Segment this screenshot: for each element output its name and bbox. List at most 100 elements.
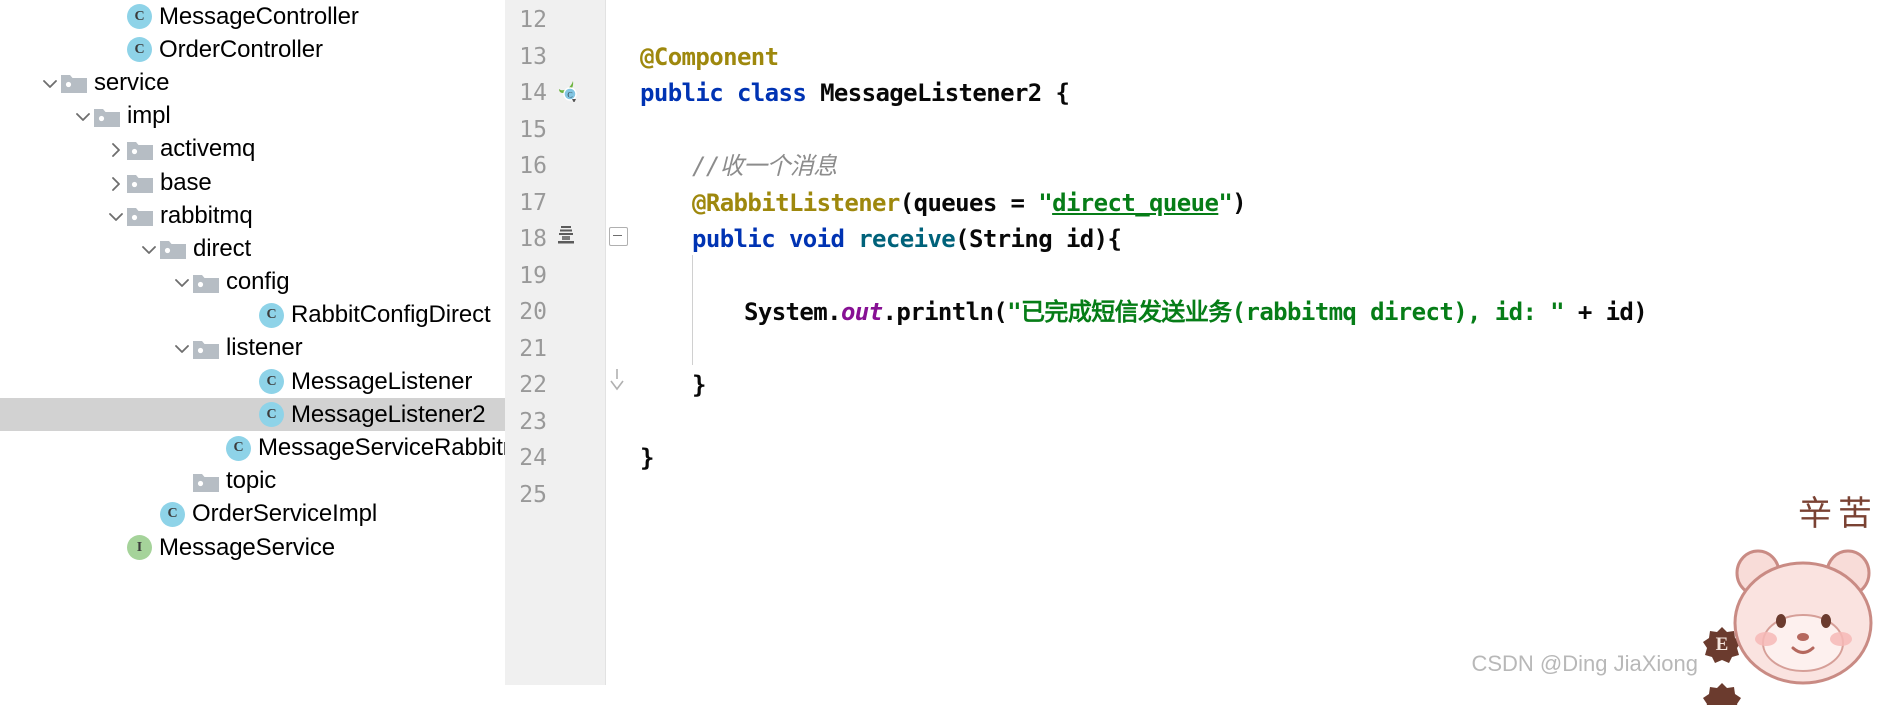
implementing-method-icon[interactable] bbox=[555, 224, 577, 251]
gutter-line-20[interactable]: 20 bbox=[505, 292, 605, 329]
tree-item-messageservicerabbitmq[interactable]: C MessageServiceRabbitmq bbox=[0, 431, 587, 464]
code-text: @RabbitListener(queues = "direct_queue") bbox=[692, 188, 1247, 220]
code-line-22[interactable]: } bbox=[630, 365, 1890, 402]
tree-item-label: MessageService bbox=[159, 533, 336, 561]
tree-twisty-spacer bbox=[105, 39, 127, 61]
code-line-23[interactable] bbox=[630, 402, 1890, 439]
code-line-17[interactable]: @RabbitListener(queues = "direct_queue") bbox=[630, 183, 1890, 220]
line-number: 23 bbox=[519, 408, 547, 435]
tree-item-label: service bbox=[94, 68, 170, 96]
fold-collapse-icon[interactable] bbox=[609, 227, 628, 246]
code-token: .println( bbox=[882, 298, 1008, 326]
code-line-18[interactable]: public void receive(String id){ bbox=[630, 219, 1890, 256]
tree-item-label: OrderServiceImpl bbox=[192, 500, 378, 528]
tree-item-label: direct bbox=[193, 234, 252, 262]
class-icon: C bbox=[259, 302, 284, 328]
tree-item-config[interactable]: config bbox=[0, 266, 587, 299]
fold-row-13 bbox=[606, 37, 630, 74]
tree-item-rabbitconfigdirect[interactable]: C RabbitConfigDirect bbox=[0, 299, 587, 332]
tree-twisty-spacer bbox=[237, 371, 259, 393]
code-token: class bbox=[736, 79, 821, 107]
tree-item-service[interactable]: service bbox=[0, 66, 587, 99]
chevron-right-icon[interactable] bbox=[105, 138, 127, 160]
code-line-25[interactable] bbox=[630, 475, 1890, 512]
code-line-14[interactable]: public class MessageListener2 { bbox=[630, 73, 1890, 110]
editor-fold-column[interactable] bbox=[606, 0, 630, 685]
gutter-line-18[interactable]: 18 bbox=[505, 219, 605, 256]
gutter-line-15[interactable]: 15 bbox=[505, 110, 605, 147]
line-number: 18 bbox=[519, 226, 547, 252]
code-line-16[interactable]: //收一个消息 bbox=[630, 146, 1890, 183]
fold-row-16 bbox=[606, 146, 630, 183]
tree-item-messagecontroller[interactable]: C MessageController bbox=[0, 0, 587, 33]
chevron-down-icon[interactable] bbox=[105, 205, 127, 227]
gutter-line-17[interactable]: 17 bbox=[505, 183, 605, 220]
gutter-line-16[interactable]: 16 bbox=[505, 146, 605, 183]
line-number: 14 bbox=[519, 80, 547, 106]
class-icon: C bbox=[259, 402, 284, 428]
editor-gutter[interactable]: 12 13 14 C 15 16 17 18 19 20 21 22 23 24 25 bbox=[505, 0, 606, 685]
chevron-down-icon[interactable] bbox=[138, 238, 160, 260]
tree-twisty-spacer bbox=[171, 470, 193, 492]
folder-icon bbox=[127, 172, 153, 194]
line-number: 16 bbox=[519, 153, 547, 179]
code-token: public bbox=[640, 79, 737, 107]
class-icon: C bbox=[160, 501, 185, 527]
tree-item-impl[interactable]: impl bbox=[0, 100, 587, 133]
tree-item-rabbitmq[interactable]: rabbitmq bbox=[0, 199, 587, 232]
code-line-24[interactable]: } bbox=[630, 438, 1890, 475]
code-line-13[interactable]: @Component bbox=[630, 37, 1890, 74]
tree-item-base[interactable]: base bbox=[0, 166, 587, 199]
spring-bean-icon[interactable]: C bbox=[555, 78, 579, 107]
tree-item-label: MessageListener bbox=[291, 367, 473, 395]
tree-item-label: base bbox=[160, 168, 212, 196]
fold-row-15 bbox=[606, 110, 630, 147]
line-number: 19 bbox=[519, 262, 547, 289]
tree-item-label: impl bbox=[127, 102, 171, 130]
chevron-down-icon[interactable] bbox=[39, 72, 61, 94]
tree-item-messagelistener2[interactable]: C MessageListener2 bbox=[0, 398, 587, 432]
tree-item-label: listener bbox=[226, 334, 303, 362]
fold-row-17 bbox=[606, 183, 630, 220]
gutter-line-25[interactable]: 25 bbox=[505, 475, 605, 512]
tree-item-label: MessageServiceRabbitmq bbox=[258, 434, 536, 462]
code-line-19[interactable] bbox=[630, 256, 1890, 293]
tree-item-label: MessageListener2 bbox=[291, 400, 486, 428]
gutter-line-21[interactable]: 21 bbox=[505, 329, 605, 366]
folder-icon bbox=[127, 205, 153, 227]
code-line-21[interactable] bbox=[630, 329, 1890, 366]
fold-row-18[interactable] bbox=[606, 219, 630, 256]
tree-item-label: MessageController bbox=[159, 2, 359, 30]
gutter-line-14[interactable]: 14 C bbox=[505, 73, 605, 110]
code-line-15[interactable] bbox=[630, 110, 1890, 147]
gutter-line-23[interactable]: 23 bbox=[505, 402, 605, 439]
folder-icon bbox=[61, 72, 87, 94]
tree-item-orderserviceimpl[interactable]: C OrderServiceImpl bbox=[0, 498, 587, 531]
gutter-line-19[interactable]: 19 bbox=[505, 256, 605, 293]
tree-item-activemq[interactable]: activemq bbox=[0, 133, 587, 166]
tree-item-messageservice[interactable]: I MessageService bbox=[0, 531, 587, 564]
tree-item-topic[interactable]: topic bbox=[0, 465, 587, 498]
chevron-right-icon[interactable] bbox=[105, 172, 127, 194]
code-text: System.out.println("已完成短信发送业务(rabbitmq d… bbox=[744, 297, 1648, 329]
project-tree-panel[interactable]: C MessageController C OrderController servic… bbox=[0, 0, 587, 685]
fold-row-24 bbox=[606, 438, 630, 475]
chevron-down-icon[interactable] bbox=[171, 271, 193, 293]
chevron-down-icon[interactable] bbox=[171, 337, 193, 359]
tree-item-direct[interactable]: direct bbox=[0, 232, 587, 265]
tree-item-ordercontroller[interactable]: C OrderController bbox=[0, 33, 587, 66]
tree-item-label: rabbitmq bbox=[160, 201, 253, 229]
fold-row-22[interactable] bbox=[606, 365, 630, 402]
fold-row-25 bbox=[606, 475, 630, 512]
tree-item-messagelistener[interactable]: C MessageListener bbox=[0, 365, 587, 398]
gutter-line-13[interactable]: 13 bbox=[505, 37, 605, 74]
gutter-line-22[interactable]: 22 bbox=[505, 365, 605, 402]
gutter-line-24[interactable]: 24 bbox=[505, 438, 605, 475]
chevron-down-icon[interactable] bbox=[72, 105, 94, 127]
code-line-12[interactable] bbox=[630, 0, 1890, 37]
class-icon: C bbox=[226, 435, 251, 461]
code-line-20[interactable]: System.out.println("已完成短信发送业务(rabbitmq d… bbox=[630, 292, 1890, 329]
code-text: @Component bbox=[640, 42, 779, 74]
gutter-line-12[interactable]: 12 bbox=[505, 0, 605, 37]
tree-item-listener[interactable]: listener bbox=[0, 332, 587, 365]
